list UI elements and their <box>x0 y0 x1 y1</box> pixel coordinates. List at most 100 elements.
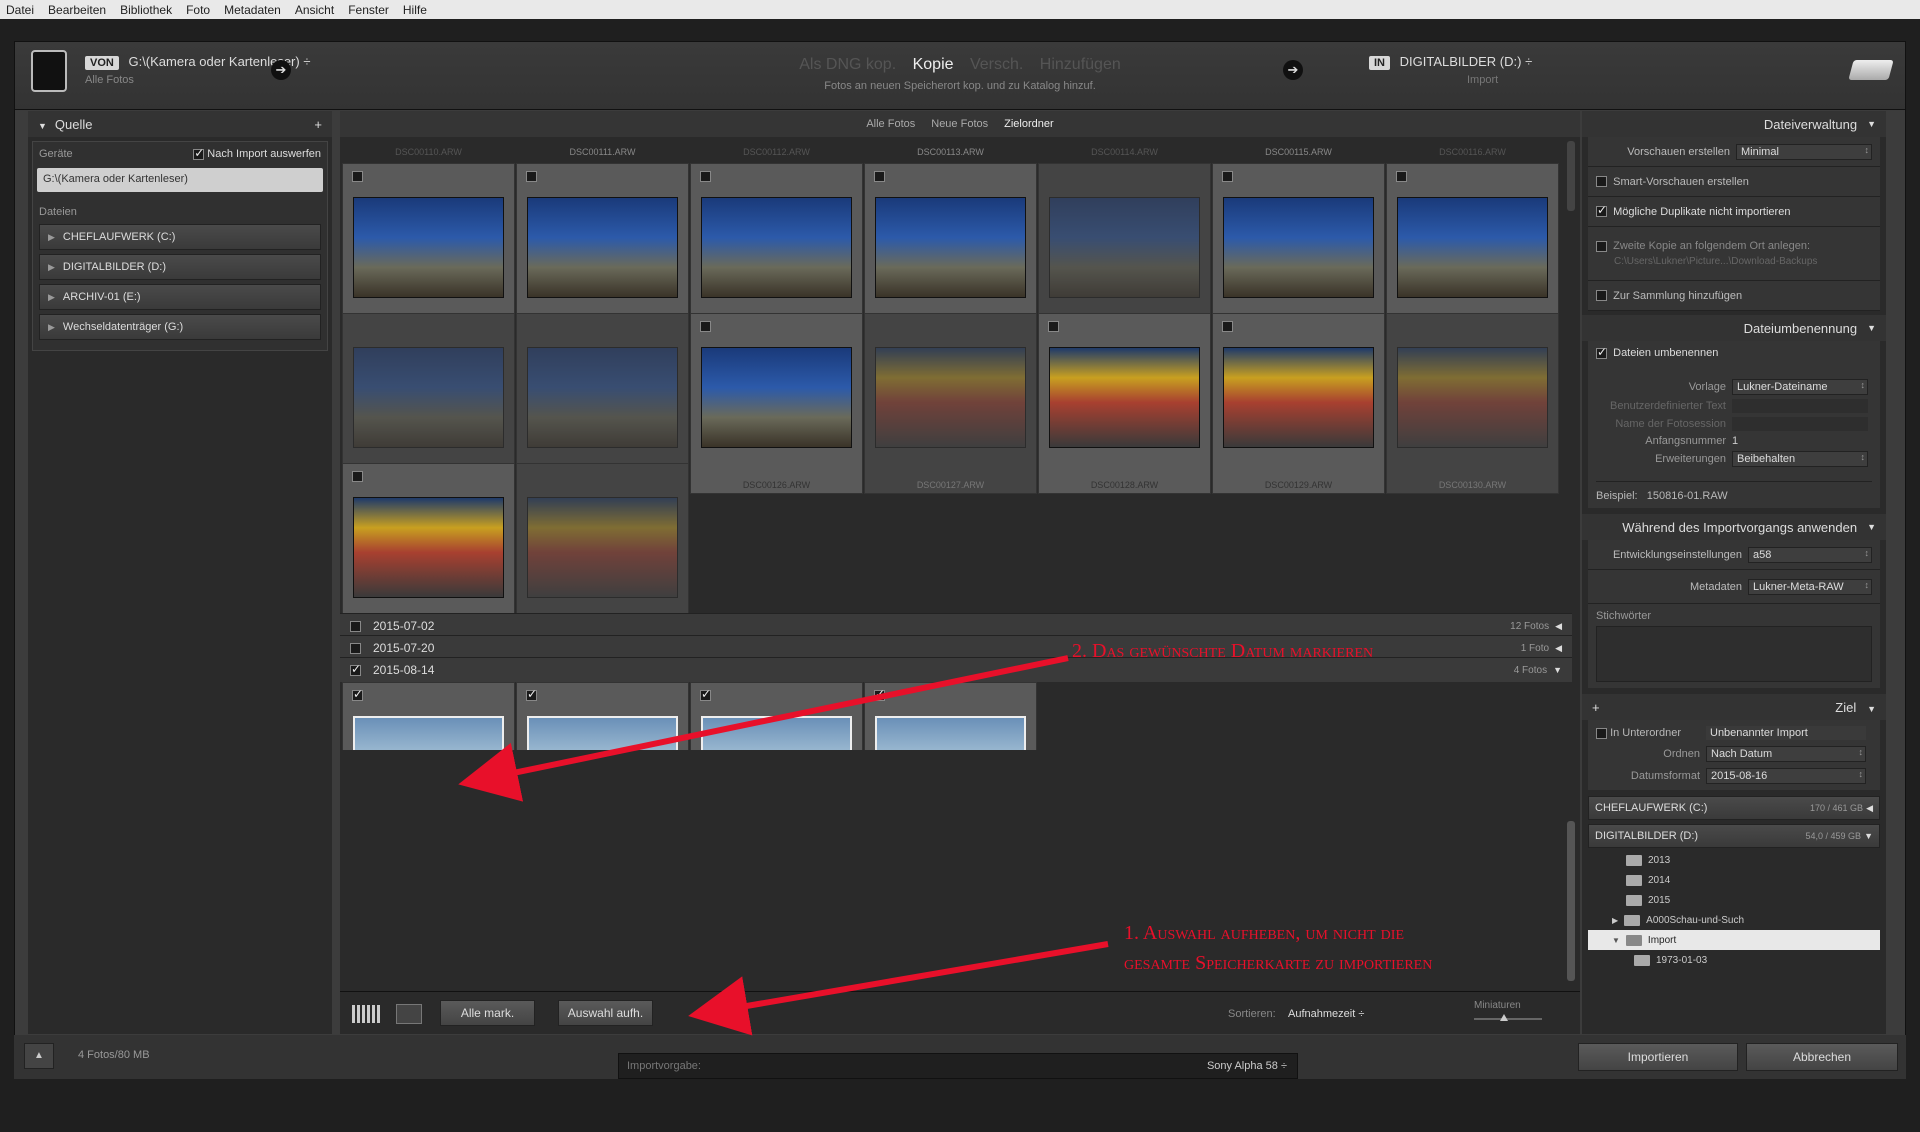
photo-checkbox[interactable] <box>1396 171 1407 182</box>
date-format-select[interactable]: 2015-08-16 <box>1706 768 1866 784</box>
date-group-checkbox[interactable] <box>350 662 361 676</box>
menu-ansicht[interactable]: Ansicht <box>295 3 334 17</box>
second-copy-checkbox[interactable] <box>1596 240 1607 252</box>
thumbnail-size-slider[interactable] <box>1474 1018 1542 1020</box>
menu-datei[interactable]: Datei <box>6 3 34 17</box>
tab-all-photos[interactable]: Alle Fotos <box>866 118 915 130</box>
sort-select[interactable]: Aufnahmezeit ÷ <box>1288 1008 1364 1020</box>
destination-selector[interactable]: IN DIGITALBILDER (D:) ÷ <box>1369 54 1532 70</box>
drive-g[interactable]: ▶ Wechseldatenträger (G:) <box>39 314 321 340</box>
photo-checkbox[interactable] <box>874 687 885 701</box>
date-group-header[interactable]: 2015-08-14 4 Fotos ▼ <box>340 657 1572 682</box>
date-group-checkbox[interactable] <box>350 620 361 632</box>
photo-thumbnail[interactable] <box>527 497 678 598</box>
custom-text-field[interactable] <box>1732 399 1868 413</box>
folder-item[interactable]: 1973-01-03 <box>1588 950 1880 970</box>
apply-header[interactable]: Während des Importvorgangs anwenden ▼ <box>1582 514 1886 540</box>
keywords-field[interactable] <box>1596 626 1872 682</box>
photo-cell[interactable]: DSC00128.ARW <box>1038 313 1211 494</box>
develop-select[interactable]: a58 <box>1748 546 1872 563</box>
photo-cell[interactable]: DSC00126.ARW <box>690 313 863 494</box>
photo-thumbnail[interactable] <box>875 347 1026 448</box>
photo-cell[interactable]: DSC00147.ARW <box>516 682 689 750</box>
photo-cell[interactable]: DSC00146.ARW <box>342 682 515 750</box>
volume-d[interactable]: DIGITALBILDER (D:) 54,0 / 459 GB ▼ <box>1588 824 1880 848</box>
preset-select[interactable]: Sony Alpha 58 ÷ <box>1207 1060 1287 1072</box>
rename-header[interactable]: Dateiumbenennung ▼ <box>1582 315 1886 341</box>
file-handling-header[interactable]: Dateiverwaltung ▼ <box>1582 111 1886 137</box>
selected-device[interactable]: G:\(Kamera oder Kartenleser) <box>37 168 323 192</box>
photo-thumbnail[interactable] <box>353 347 504 448</box>
photo-checkbox[interactable] <box>526 687 537 701</box>
destination-path[interactable]: DIGITALBILDER (D:) ÷ <box>1400 54 1533 69</box>
photo-thumbnail[interactable] <box>527 197 678 298</box>
photo-thumbnail[interactable] <box>527 347 678 448</box>
scrollbar-thumb[interactable] <box>1567 821 1575 981</box>
organize-select[interactable]: Nach Datum <box>1706 746 1866 762</box>
menu-bearbeiten[interactable]: Bearbeiten <box>48 3 106 17</box>
photo-thumbnail[interactable] <box>527 716 678 750</box>
menu-foto[interactable]: Foto <box>186 3 210 17</box>
menu-hilfe[interactable]: Hilfe <box>403 3 427 17</box>
subfolder-field[interactable]: Unbenannter Import <box>1706 726 1866 740</box>
photo-thumbnail[interactable] <box>701 197 852 298</box>
drive-d[interactable]: ▶ DIGITALBILDER (D:) <box>39 254 321 280</box>
check-all-button[interactable]: Alle mark. <box>440 1000 535 1026</box>
mode-copy[interactable]: Kopie <box>913 56 954 73</box>
source-panel-header[interactable]: ▼ Quelle + <box>28 111 332 137</box>
metadata-select[interactable]: Lukner-Meta-RAW <box>1748 578 1872 595</box>
photo-checkbox[interactable] <box>874 171 885 182</box>
photo-thumbnail[interactable] <box>1223 347 1374 448</box>
folder-item-selected[interactable]: ▼ Import <box>1588 930 1880 950</box>
photo-checkbox[interactable] <box>526 171 537 182</box>
subfolder-checkbox[interactable] <box>1596 727 1607 739</box>
expand-triangle-icon[interactable]: ◀ <box>1555 643 1562 654</box>
photo-thumbnail[interactable] <box>701 347 852 448</box>
menu-fenster[interactable]: Fenster <box>348 3 389 17</box>
template-select[interactable]: Lukner-Dateiname <box>1732 379 1868 395</box>
drive-e[interactable]: ▶ ARCHIV-01 (E:) <box>39 284 321 310</box>
volume-c[interactable]: CHEFLAUFWERK (C:) 170 / 461 GB ◀ <box>1588 796 1880 820</box>
previews-select[interactable]: Minimal <box>1736 143 1872 160</box>
cancel-button[interactable]: Abbrechen <box>1746 1043 1898 1071</box>
photo-checkbox[interactable] <box>352 687 363 701</box>
start-number-field[interactable]: 1 <box>1732 435 1868 447</box>
shoot-name-field[interactable] <box>1732 417 1868 431</box>
duplicates-checkbox[interactable] <box>1596 203 1607 217</box>
folder-item[interactable]: 2014 <box>1588 870 1880 890</box>
grid-view-icon[interactable] <box>352 1005 380 1023</box>
photo-cell[interactable]: DSC00130.ARW <box>1386 313 1559 494</box>
photo-thumbnail[interactable] <box>875 197 1026 298</box>
photo-thumbnail[interactable] <box>1223 197 1374 298</box>
photo-thumbnail[interactable] <box>875 716 1026 750</box>
date-group-checkbox[interactable] <box>350 642 361 654</box>
photo-thumbnail[interactable] <box>353 497 504 598</box>
expand-up-icon[interactable]: ▲ <box>24 1043 54 1069</box>
photo-cell[interactable]: DSC00148.ARW <box>690 682 863 750</box>
add-icon[interactable]: + <box>314 117 322 132</box>
photo-cell[interactable]: DSC00129.ARW <box>1212 313 1385 494</box>
mode-dng[interactable]: Als DNG kop. <box>799 56 896 73</box>
photo-cell[interactable]: DSC00127.ARW <box>864 313 1037 494</box>
photo-thumbnail[interactable] <box>353 716 504 750</box>
destination-header[interactable]: + Ziel ▼ <box>1582 694 1886 720</box>
import-button[interactable]: Importieren <box>1578 1043 1738 1071</box>
photo-thumbnail[interactable] <box>1397 347 1548 448</box>
loupe-view-icon[interactable] <box>396 1004 422 1024</box>
mode-move[interactable]: Versch. <box>970 56 1023 73</box>
expand-triangle-icon[interactable]: ◀ <box>1555 621 1562 632</box>
second-copy-path[interactable]: C:\Users\Lukner\Picture...\Download-Back… <box>1596 256 1817 267</box>
tab-new-photos[interactable]: Neue Fotos <box>931 118 988 130</box>
eject-checkbox[interactable] <box>193 146 204 160</box>
add-icon[interactable]: + <box>1592 700 1600 715</box>
photo-checkbox[interactable] <box>700 687 711 701</box>
collection-checkbox[interactable] <box>1596 290 1607 301</box>
mode-add[interactable]: Hinzufügen <box>1040 56 1121 73</box>
collapse-triangle-icon[interactable]: ▼ <box>1553 665 1562 675</box>
folder-item[interactable]: 2015 <box>1588 890 1880 910</box>
menu-bibliothek[interactable]: Bibliothek <box>120 3 172 17</box>
photo-checkbox[interactable] <box>700 171 711 182</box>
photo-cell[interactable]: DSC00149.ARW <box>864 682 1037 750</box>
photo-checkbox[interactable] <box>1048 321 1059 332</box>
folder-item[interactable]: ▶ A000Schau-und-Such <box>1588 910 1880 930</box>
